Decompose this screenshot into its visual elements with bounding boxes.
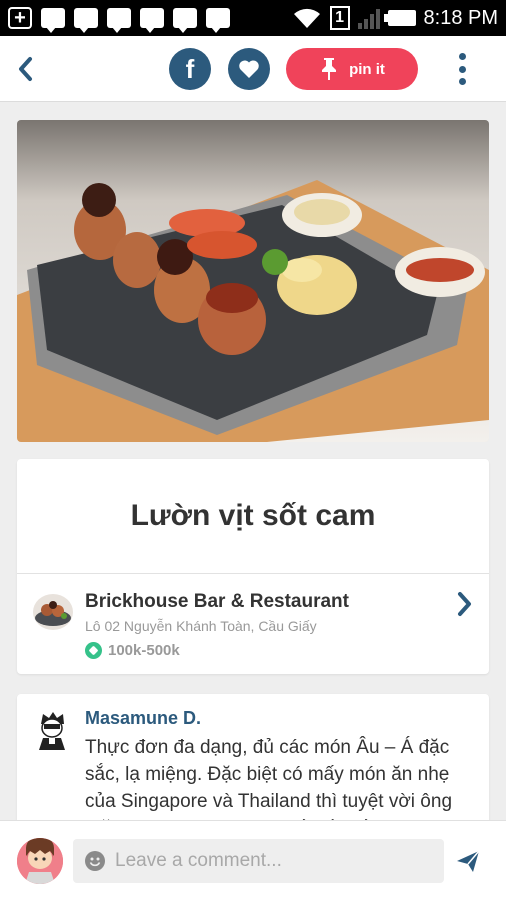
venue-thumbnail [33, 594, 73, 630]
chevron-right-icon [458, 592, 471, 616]
message-notification-icon [41, 8, 65, 33]
message-notification-icon [74, 8, 98, 33]
review-text: Thực đơn đa dạng, đủ các món Âu – Á đặc … [85, 737, 453, 820]
dish-photo[interactable] [17, 120, 489, 442]
facebook-share-button[interactable]: f [169, 48, 211, 90]
send-button[interactable] [455, 848, 481, 874]
dish-title: Lườn vịt sốt cam [130, 499, 376, 532]
favorite-button[interactable] [228, 48, 270, 90]
back-icon [19, 57, 32, 81]
dish-info-card: Lườn vịt sốt cam Brickhouse Bar & Restau… [17, 459, 489, 674]
venue-address: Lô 02 Nguyễn Khánh Toàn, Cầu Giấy [85, 618, 317, 634]
comment-input[interactable] [115, 850, 415, 872]
venue-name[interactable]: Brickhouse Bar & Restaurant [85, 591, 349, 613]
wifi-icon [293, 8, 320, 28]
status-bar: + 1 8:18 PM [0, 0, 506, 36]
comment-field[interactable] [73, 839, 444, 883]
facebook-icon: f [185, 53, 195, 84]
message-notification-icon [140, 8, 164, 33]
more-vert-dot [458, 65, 466, 73]
sim-icon: 1 [329, 6, 350, 30]
heart-icon [239, 60, 259, 78]
dish-photo-image [17, 120, 489, 442]
message-notification-icon [206, 8, 230, 33]
send-icon [457, 850, 480, 872]
comment-bar [0, 820, 506, 900]
price-icon [85, 642, 102, 659]
review-card: Masamune D. Thực đơn đa dạng, đủ các món… [17, 694, 489, 820]
signal-icon [357, 7, 380, 29]
user-avatar[interactable] [17, 838, 63, 884]
pin-icon [322, 58, 337, 80]
price-range-label: 100k-500k [108, 642, 180, 659]
venue-open-button[interactable] [455, 591, 475, 617]
status-time: 8:18 PM [423, 6, 498, 29]
more-vert-icon [458, 53, 466, 60]
notification-icons: + [8, 7, 230, 33]
sim-label: 1 [335, 9, 344, 26]
detail-scroll-area[interactable]: Lườn vịt sốt cam Brickhouse Bar & Restau… [0, 102, 506, 820]
pin-it-label: pin it [349, 60, 385, 78]
add-notification-icon: + [8, 7, 32, 29]
more-options-button[interactable] [450, 50, 474, 88]
reviewer-name[interactable]: Masamune D. [85, 708, 201, 729]
pin-it-button[interactable]: pin it [286, 48, 418, 90]
venue-price: 100k-500k [85, 642, 180, 659]
message-notification-icon [107, 8, 131, 33]
smiley-icon[interactable] [85, 851, 105, 871]
more-vert-dot [458, 78, 466, 85]
back-button[interactable] [10, 52, 40, 86]
message-notification-icon [173, 8, 197, 33]
reviewer-avatar[interactable] [35, 710, 69, 750]
venue-row[interactable]: Brickhouse Bar & Restaurant Lô 02 Nguyễn… [17, 574, 489, 674]
battery-icon [383, 10, 416, 26]
toolbar: f pin it [0, 36, 506, 102]
